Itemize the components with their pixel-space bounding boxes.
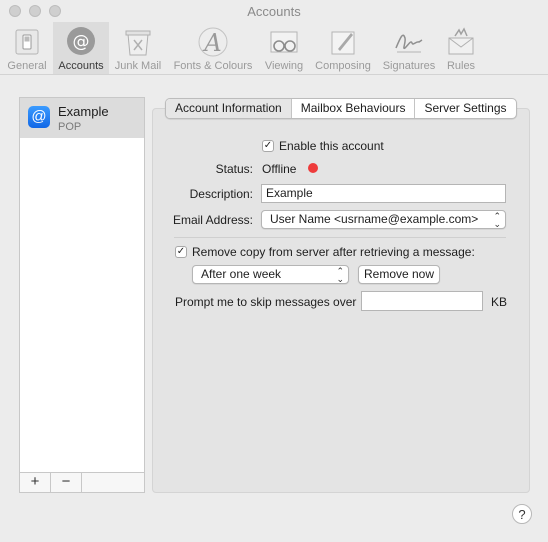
- svg-text:@: @: [73, 32, 90, 52]
- account-type: POP: [58, 121, 82, 133]
- toolbar-label: Signatures: [382, 60, 436, 72]
- toolbar-general[interactable]: General: [4, 22, 50, 74]
- skip-size-field[interactable]: [361, 291, 483, 311]
- at-sign-icon: @: [67, 27, 95, 55]
- title-bar: Accounts: [0, 0, 548, 22]
- email-address-select[interactable]: User Name <usrname@example.com> ⌃ ⌄: [261, 210, 506, 229]
- account-tabs: Account Information Mailbox Behaviours S…: [165, 98, 517, 119]
- email-address-value: User Name <usrname@example.com>: [270, 212, 479, 226]
- window-title: Accounts: [247, 4, 301, 19]
- rules-envelope-icon: [448, 27, 474, 55]
- remove-copy-label: Remove copy from server after retrieving…: [192, 245, 475, 259]
- chevron-updown-icon: ⌃ ⌄: [336, 266, 344, 284]
- toolbar-label: Viewing: [264, 60, 304, 72]
- preferences-toolbar: General @ Accounts Junk Mail A Fonts & C…: [0, 22, 548, 75]
- toolbar-viewing[interactable]: Viewing: [260, 22, 308, 74]
- toolbar-label: Junk Mail: [114, 60, 162, 72]
- accounts-list-toolbar: + −: [20, 472, 144, 492]
- remove-copy-checkbox[interactable]: ✓: [175, 246, 187, 258]
- signature-icon: [395, 34, 423, 53]
- description-label: Description:: [189, 187, 253, 201]
- status-label: Status:: [215, 162, 253, 176]
- accounts-list: @ Example POP + −: [19, 97, 145, 493]
- tab-server-settings[interactable]: Server Settings: [415, 99, 515, 118]
- toolbar-rules[interactable]: Rules: [442, 22, 480, 74]
- toolbar-fonts-colours[interactable]: A Fonts & Colours: [167, 22, 259, 74]
- skip-messages-label: Prompt me to skip messages over: [175, 295, 357, 309]
- add-account-button[interactable]: +: [20, 473, 51, 492]
- email-address-label: Email Address:: [172, 213, 253, 227]
- status-value: Offline: [262, 162, 297, 176]
- toolbar-label: Fonts & Colours: [173, 60, 253, 72]
- toolbar-label: Rules: [446, 60, 476, 72]
- remove-now-button[interactable]: Remove now: [358, 265, 440, 284]
- section-divider: [174, 237, 506, 238]
- status-offline-indicator: [308, 163, 318, 173]
- toolbar-accounts[interactable]: @ Accounts: [53, 22, 109, 74]
- remove-after-select[interactable]: After one week ⌃ ⌄: [192, 265, 349, 284]
- account-row-example[interactable]: @ Example POP: [20, 98, 144, 138]
- toolbar-label: Composing: [315, 60, 371, 72]
- enable-account-checkbox[interactable]: ✓: [262, 140, 274, 152]
- pen-paper-icon: [331, 31, 355, 55]
- skip-size-unit: KB: [491, 295, 508, 309]
- help-button[interactable]: ?: [512, 504, 532, 524]
- tab-account-information[interactable]: Account Information: [166, 99, 292, 118]
- toolbar-junk-mail[interactable]: Junk Mail: [111, 22, 165, 74]
- svg-text:A: A: [202, 29, 221, 57]
- remove-after-value: After one week: [201, 267, 282, 281]
- chevron-updown-icon: ⌃ ⌄: [493, 211, 501, 229]
- general-switch-icon: [15, 29, 39, 55]
- tab-mailbox-behaviours[interactable]: Mailbox Behaviours: [292, 99, 416, 118]
- remove-account-button[interactable]: −: [51, 473, 82, 492]
- toolbar-label: General: [7, 60, 47, 72]
- glasses-icon: [270, 31, 298, 53]
- account-name: Example: [58, 104, 109, 119]
- description-field[interactable]: Example: [261, 184, 506, 203]
- at-sign-icon: @: [28, 106, 50, 128]
- toolbar-signatures[interactable]: Signatures: [378, 22, 440, 74]
- enable-account-label: Enable this account: [279, 139, 384, 153]
- toolbar-composing[interactable]: Composing: [310, 22, 376, 74]
- junk-bin-icon: [125, 30, 151, 56]
- toolbar-label: Accounts: [58, 60, 104, 72]
- font-a-icon: A: [198, 27, 228, 57]
- accounts-preferences-window: Accounts General @ Accounts Junk Mail A …: [0, 0, 548, 542]
